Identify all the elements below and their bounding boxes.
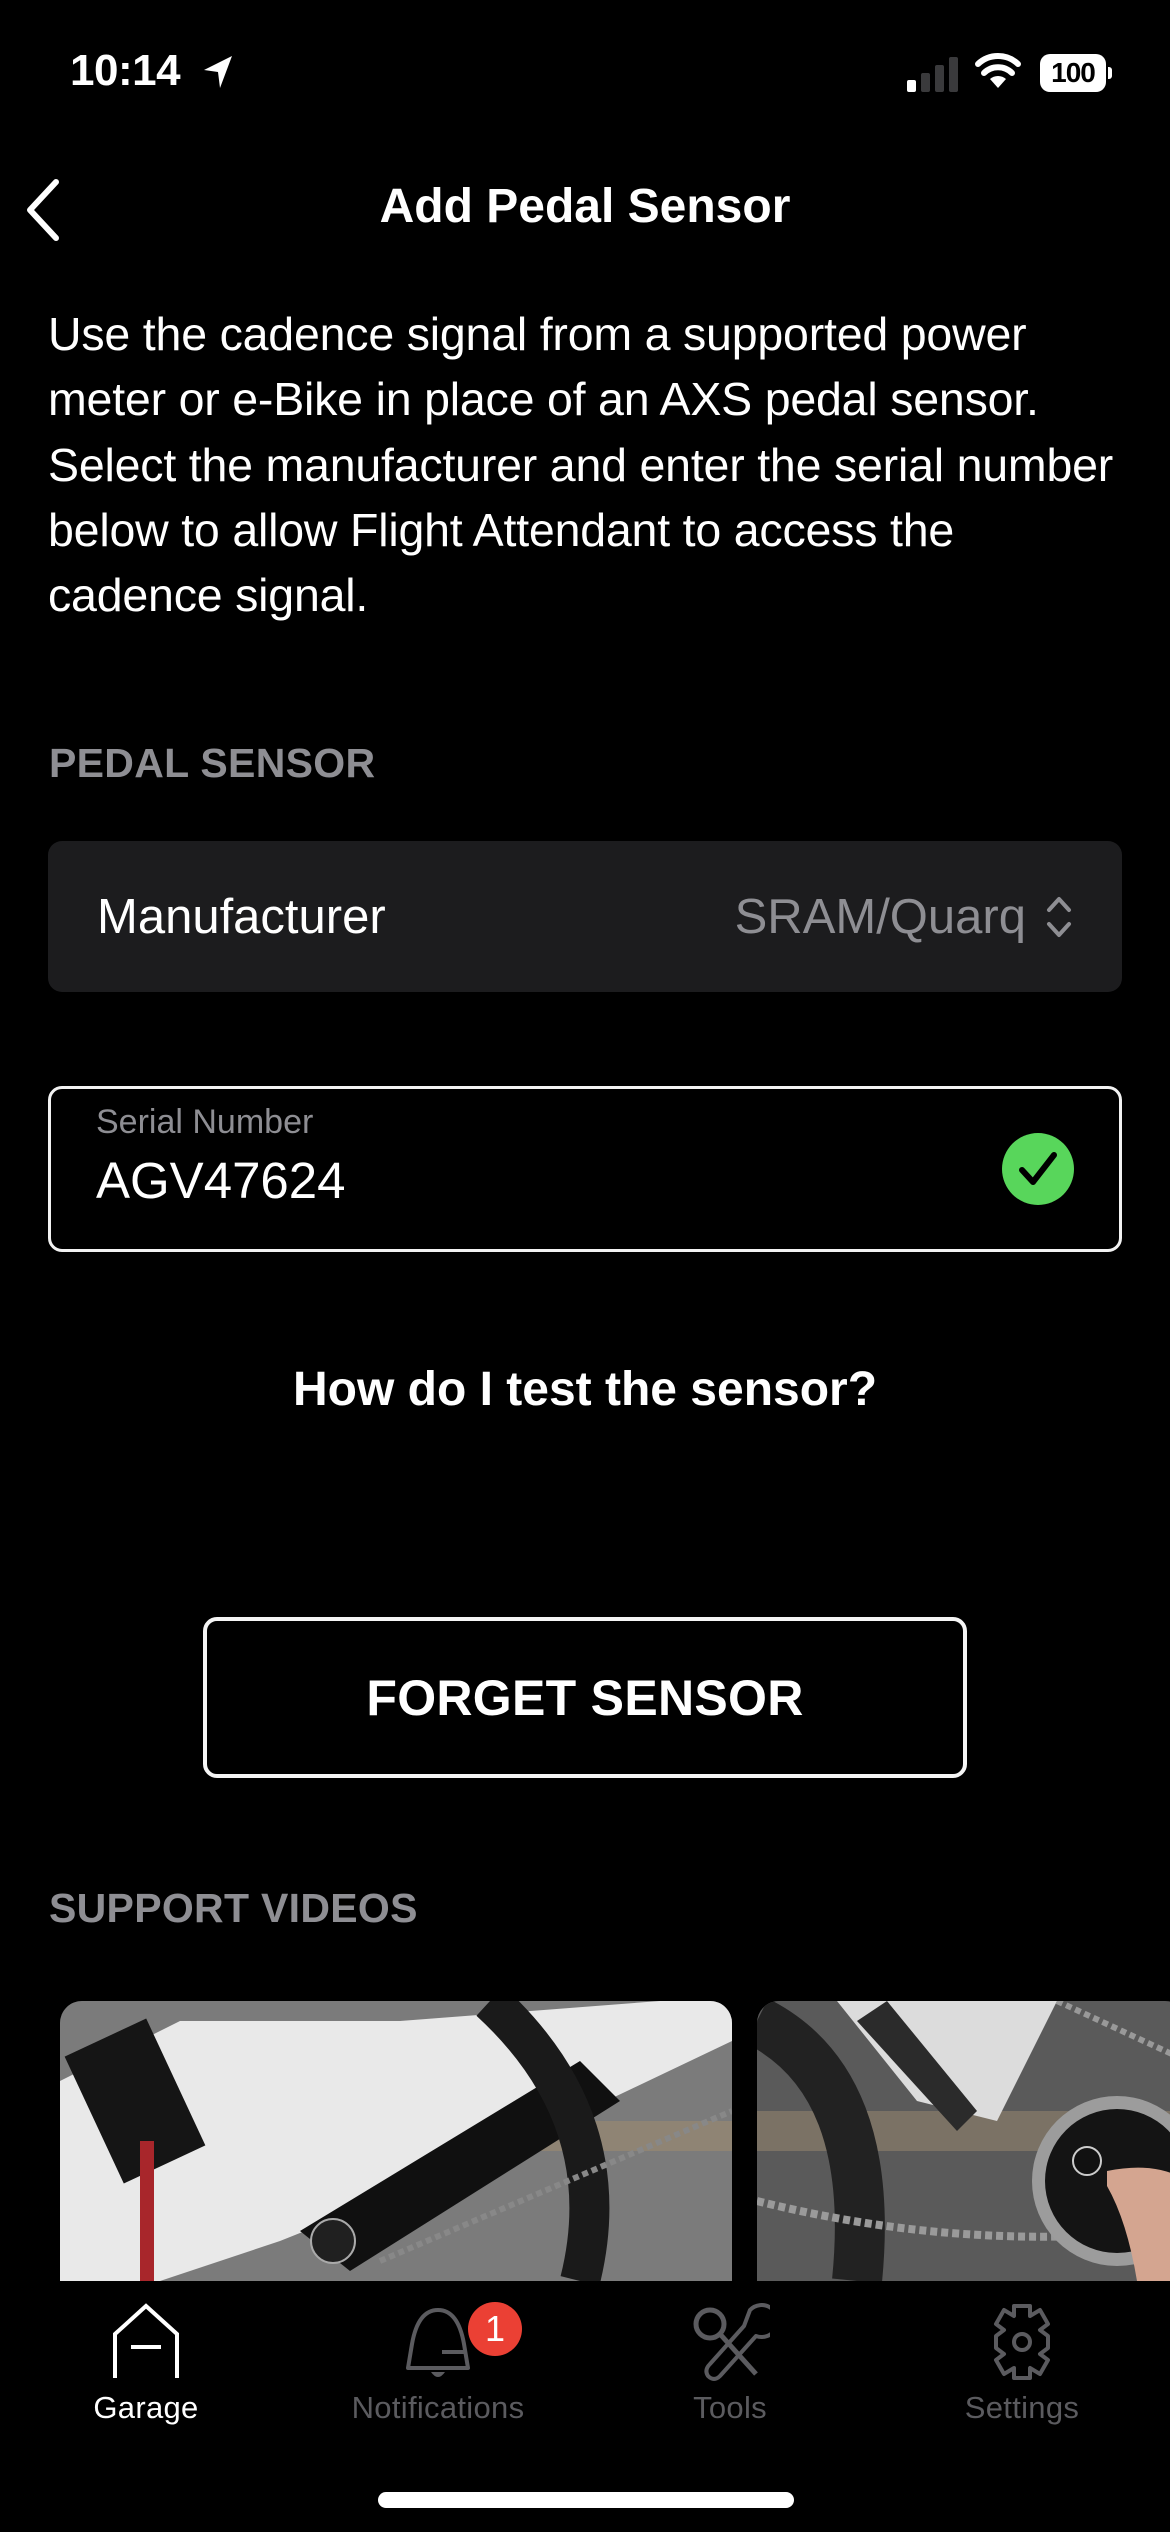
tab-settings[interactable]: Settings (876, 2282, 1168, 2432)
location-arrow-icon (204, 56, 232, 88)
page-title: Add Pedal Sensor (379, 180, 791, 233)
forget-sensor-button[interactable]: FORGET SENSOR (203, 1617, 967, 1778)
pedal-sensor-section-header: PEDAL SENSOR (49, 740, 376, 786)
tab-notifications[interactable]: 1 Notifications (292, 2282, 584, 2432)
manufacturer-label: Manufacturer (97, 890, 386, 944)
tab-label: Garage (93, 2390, 199, 2425)
battery-level: 100 (1040, 54, 1106, 92)
tab-label: Notifications (351, 2390, 525, 2425)
manufacturer-picker[interactable]: Manufacturer SRAM/Quarq (48, 841, 1122, 992)
wifi-icon (975, 53, 1021, 88)
support-video-thumbnail[interactable] (757, 2001, 1170, 2281)
tools-icon (693, 2303, 770, 2381)
support-videos-section-header: SUPPORT VIDEOS (49, 1885, 418, 1931)
power-meter-spider-thumbnail (757, 2001, 1170, 2281)
status-bar: 10:14 100 (0, 0, 1170, 140)
test-sensor-help-link[interactable]: How do I test the sensor? (0, 1355, 1170, 1425)
notification-badge: 1 (468, 2302, 522, 2356)
nav-bar: Add Pedal Sensor (0, 150, 1170, 270)
serial-number-input[interactable] (96, 1145, 976, 1215)
tab-label: Settings (964, 2390, 1080, 2425)
home-indicator[interactable] (378, 2492, 794, 2508)
bike-crank-thumbnail (60, 2001, 732, 2281)
manufacturer-value: SRAM/Quarq (734, 890, 1026, 944)
support-video-thumbnail[interactable] (60, 2001, 732, 2281)
bell-icon (406, 2308, 470, 2377)
checkmark-circle-icon (1002, 1133, 1074, 1205)
serial-number-field[interactable]: Serial Number (48, 1086, 1122, 1252)
description-text: Use the cadence signal from a supported … (48, 308, 1114, 622)
tab-tools[interactable]: Tools (584, 2282, 876, 2432)
tab-garage[interactable]: Garage (0, 2282, 292, 2432)
status-time: 10:14 (70, 46, 181, 95)
battery-indicator: 100 (1040, 54, 1112, 92)
chevron-up-down-icon (1047, 897, 1071, 937)
serial-number-label: Serial Number (96, 1103, 314, 1141)
gear-icon (994, 2304, 1050, 2380)
cellular-signal-icon (907, 57, 958, 92)
tab-label: Tools (693, 2390, 767, 2425)
battery-tip (1108, 67, 1112, 79)
garage-icon (113, 2303, 179, 2378)
